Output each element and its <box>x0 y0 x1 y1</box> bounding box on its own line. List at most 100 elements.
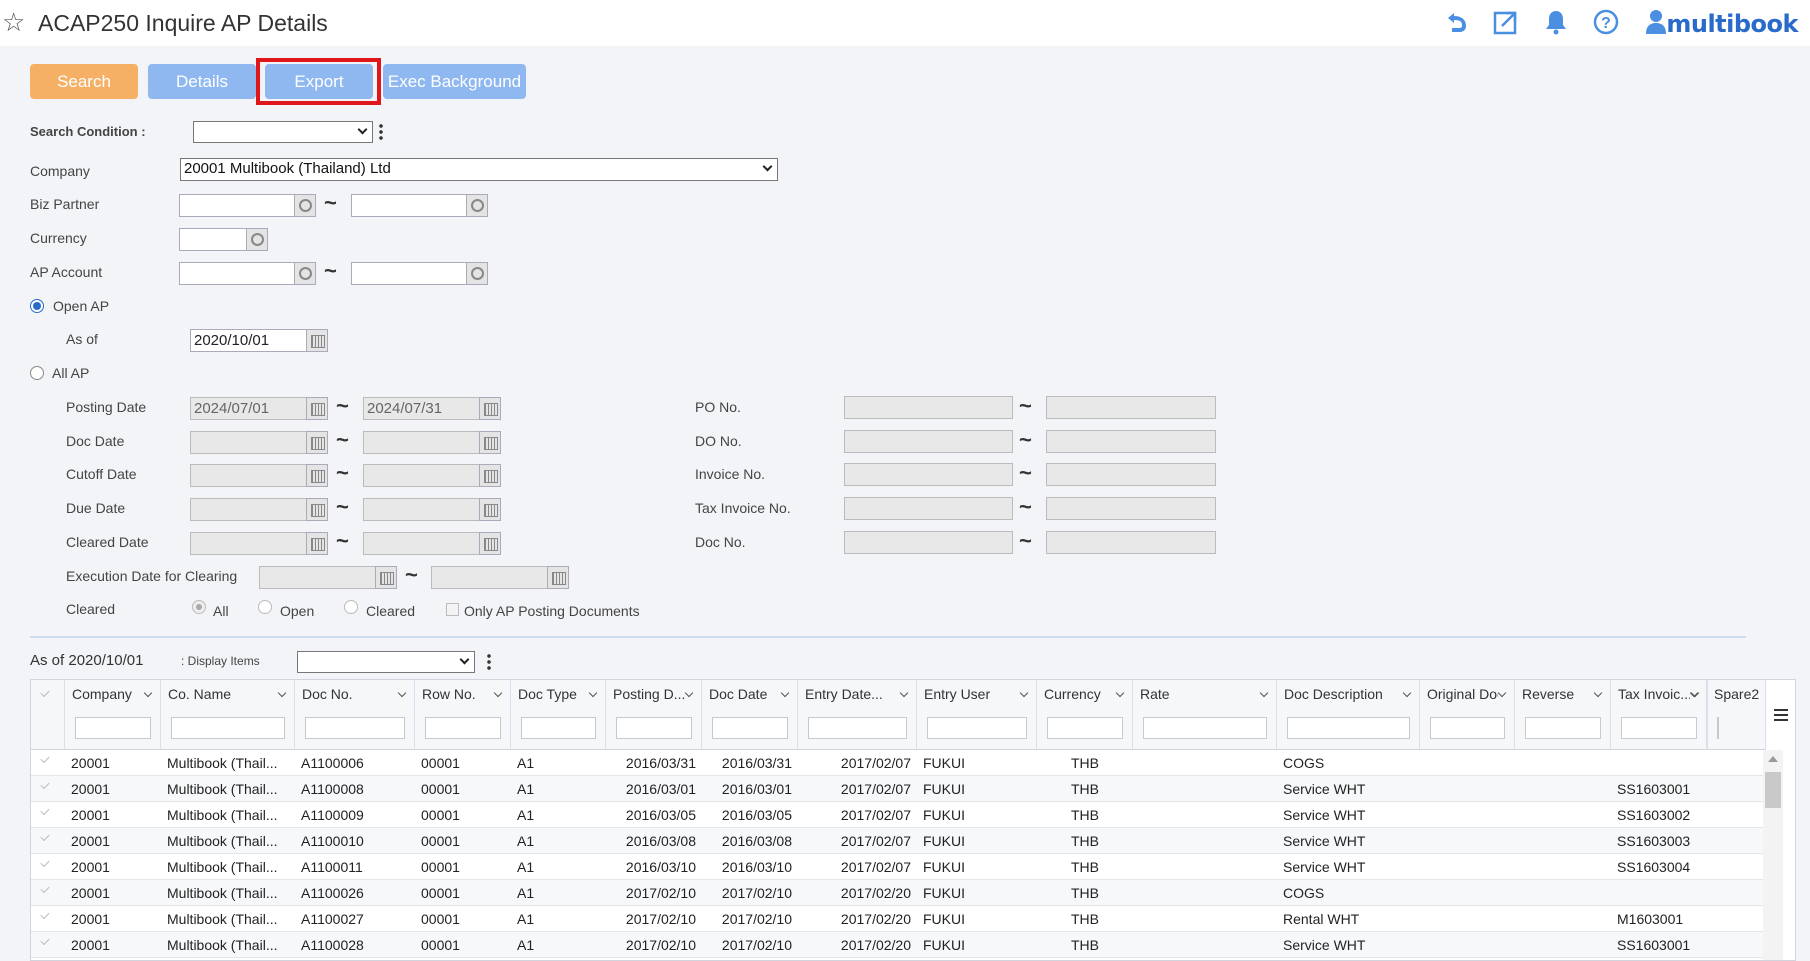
calendar-icon[interactable] <box>479 464 501 487</box>
calendar-icon[interactable] <box>306 532 328 555</box>
calendar-icon[interactable] <box>375 566 397 589</box>
column-header[interactable]: Spare2 <box>1690 680 1759 750</box>
column-filter-input[interactable] <box>1430 717 1505 739</box>
open-ap-radio[interactable] <box>30 299 44 313</box>
column-header[interactable]: Posting D... <box>606 680 702 750</box>
doc-date-from-input[interactable] <box>190 431 307 454</box>
column-filter-input[interactable] <box>1525 717 1601 739</box>
tax-invoice-no-from-input[interactable] <box>844 497 1013 520</box>
column-header[interactable]: Doc Date <box>702 680 798 750</box>
calendar-icon[interactable] <box>547 566 569 589</box>
select-all-column[interactable] <box>31 680 65 750</box>
currency-lookup-icon[interactable] <box>246 228 268 251</box>
column-header[interactable]: Currency <box>1037 680 1133 750</box>
column-filter-input[interactable] <box>425 717 501 739</box>
biz-partner-from-lookup-icon[interactable] <box>294 194 316 217</box>
table-row[interactable]: 20001 Multibook (Thail... A1100011 00001 A1 2… <box>31 854 1771 880</box>
column-filter-input[interactable] <box>305 717 405 739</box>
row-check-icon[interactable] <box>40 753 50 764</box>
chevron-down-icon[interactable] <box>1402 688 1412 698</box>
column-header[interactable]: Doc No. <box>295 680 415 750</box>
column-header[interactable]: Doc Type <box>511 680 606 750</box>
chevron-down-icon[interactable] <box>899 688 909 698</box>
table-row[interactable]: 20001 Multibook (Thail... A1100028 00001 A1 2… <box>31 932 1771 958</box>
table-row[interactable]: 20001 Multibook (Thail... A1100010 00001 A1 2… <box>31 828 1771 854</box>
tax-invoice-no-to-input[interactable] <box>1046 497 1216 520</box>
column-filter-input[interactable] <box>75 717 151 739</box>
popout-icon[interactable] <box>1492 8 1520 36</box>
posting-date-to-input[interactable]: 2024/07/31 <box>363 397 480 420</box>
row-check-icon[interactable] <box>40 779 50 790</box>
posting-date-from-input[interactable]: 2024/07/01 <box>190 397 307 420</box>
chevron-down-icon[interactable] <box>1019 688 1029 698</box>
po-no-from-input[interactable] <box>844 396 1013 419</box>
favorite-star-icon[interactable]: ☆ <box>2 9 25 35</box>
chevron-down-icon[interactable] <box>277 688 287 698</box>
cleared-cleared-radio[interactable] <box>344 600 358 614</box>
exec-background-button[interactable]: Exec Background <box>383 64 526 99</box>
currency-input[interactable] <box>179 228 247 251</box>
cleared-all-radio[interactable] <box>192 600 206 614</box>
chevron-down-icon[interactable] <box>588 688 598 698</box>
biz-partner-to-lookup-icon[interactable] <box>466 194 488 217</box>
column-filter-input[interactable] <box>1143 717 1267 739</box>
column-header[interactable]: Doc Description <box>1277 680 1420 750</box>
ap-account-to-input[interactable] <box>351 262 467 285</box>
doc-date-to-input[interactable] <box>363 431 480 454</box>
calendar-icon[interactable] <box>479 532 501 555</box>
column-filter-input[interactable] <box>616 717 692 739</box>
do-no-from-input[interactable] <box>844 430 1013 453</box>
chevron-down-icon[interactable] <box>1115 688 1125 698</box>
cleared-date-to-input[interactable] <box>363 532 480 555</box>
biz-partner-from-input[interactable] <box>179 194 295 217</box>
calendar-icon[interactable] <box>479 397 501 420</box>
ap-account-to-lookup-icon[interactable] <box>466 262 488 285</box>
chevron-down-icon[interactable] <box>397 688 407 698</box>
search-condition-select[interactable] <box>193 121 373 143</box>
exec-date-to-input[interactable] <box>431 566 548 589</box>
row-check-icon[interactable] <box>40 857 50 868</box>
chevron-down-icon[interactable] <box>1497 688 1507 698</box>
row-check-icon[interactable] <box>40 883 50 894</box>
column-header[interactable]: Company <box>65 680 161 750</box>
column-header[interactable]: Rate <box>1133 680 1277 750</box>
column-header[interactable]: Entry User <box>917 680 1037 750</box>
row-check-icon[interactable] <box>40 805 50 816</box>
doc-no-to-input[interactable] <box>1046 531 1216 554</box>
chevron-down-icon[interactable] <box>780 688 790 698</box>
help-icon[interactable]: ? <box>1592 8 1620 36</box>
column-filter-input[interactable] <box>712 717 788 739</box>
calendar-icon[interactable] <box>306 498 328 521</box>
calendar-icon[interactable] <box>479 498 501 521</box>
due-date-to-input[interactable] <box>363 498 480 521</box>
only-ap-posting-checkbox[interactable] <box>446 603 459 616</box>
display-items-menu-icon[interactable] <box>487 653 491 671</box>
row-check-icon[interactable] <box>40 935 50 946</box>
chevron-down-icon[interactable] <box>143 688 153 698</box>
grid-vertical-scrollbar[interactable] <box>1763 750 1783 960</box>
column-filter-input[interactable] <box>808 717 907 739</box>
undo-icon[interactable] <box>1442 8 1470 36</box>
due-date-from-input[interactable] <box>190 498 307 521</box>
invoice-no-from-input[interactable] <box>844 463 1013 486</box>
scroll-up-icon[interactable] <box>1768 756 1778 762</box>
chevron-down-icon[interactable] <box>493 688 503 698</box>
as-of-date-input[interactable]: 2020/10/01 <box>190 329 307 352</box>
column-filter-input[interactable] <box>927 717 1027 739</box>
column-filter-input[interactable] <box>521 717 596 739</box>
exec-date-from-input[interactable] <box>259 566 376 589</box>
chevron-down-icon[interactable] <box>684 688 694 698</box>
column-filter-input[interactable] <box>1287 717 1410 739</box>
calendar-icon[interactable] <box>306 397 328 420</box>
column-header[interactable]: Original Doc ... <box>1420 680 1515 750</box>
calendar-icon[interactable] <box>306 464 328 487</box>
column-filter-input[interactable] <box>171 717 285 739</box>
cleared-open-radio[interactable] <box>258 600 272 614</box>
table-row[interactable]: 20001 Multibook (Thail... A1100026 00001 A1 2… <box>31 880 1771 906</box>
cutoff-date-to-input[interactable] <box>363 464 480 487</box>
all-ap-radio[interactable] <box>30 366 44 380</box>
row-check-icon[interactable] <box>40 909 50 920</box>
cleared-date-from-input[interactable] <box>190 532 307 555</box>
table-row[interactable]: 20001 Multibook (Thail... A1100009 00001 A1 2… <box>31 802 1771 828</box>
column-header[interactable]: Co. Name <box>161 680 295 750</box>
